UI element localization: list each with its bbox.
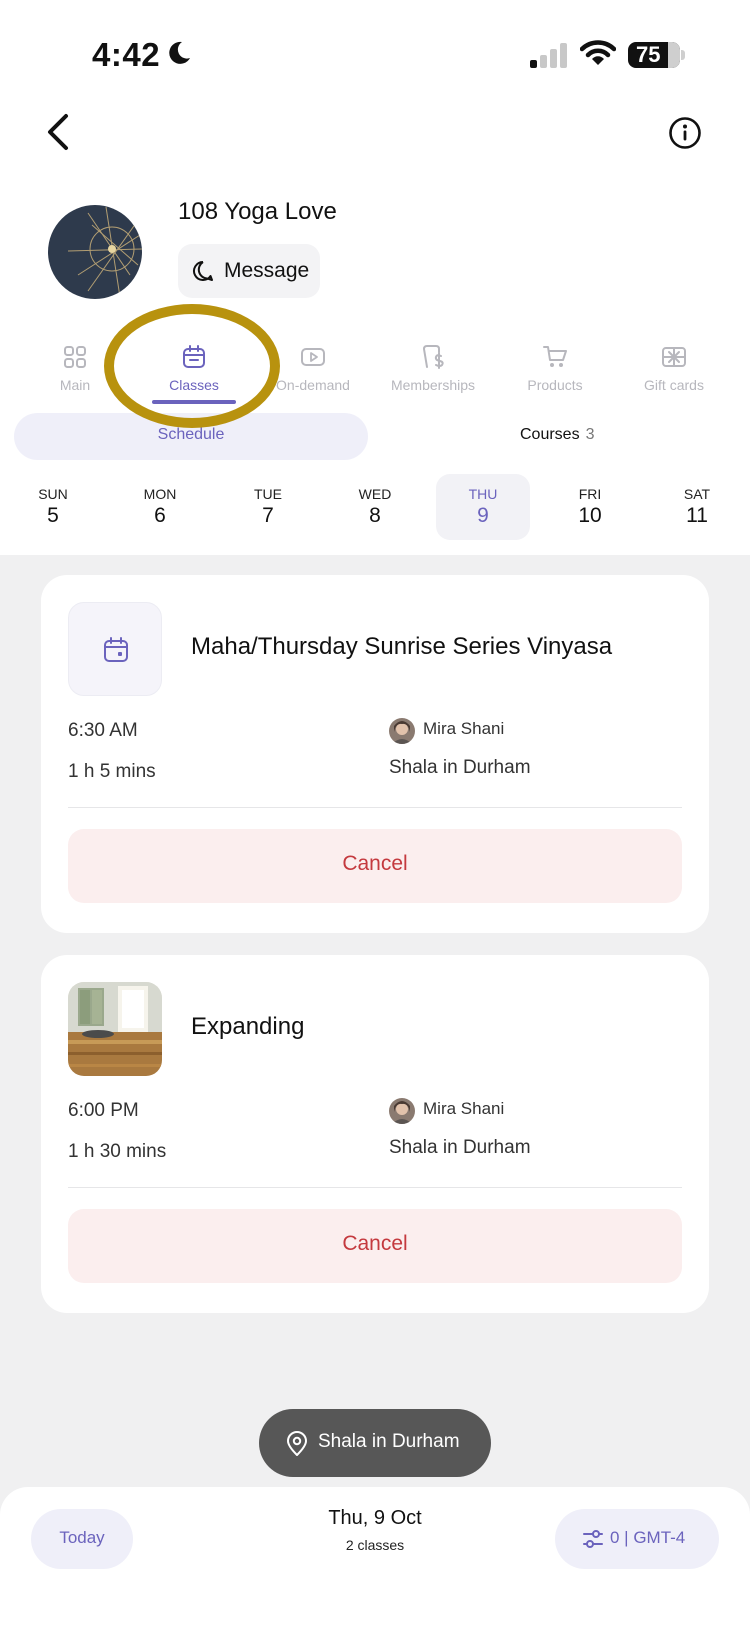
class-title: Expanding	[191, 1013, 305, 1040]
divider	[68, 1187, 682, 1188]
play-icon	[301, 348, 325, 366]
day-date: 5	[47, 504, 59, 527]
battery-level: 75	[636, 42, 661, 67]
tab-memberships[interactable]: Memberships	[368, 335, 498, 393]
timezone-label: 0 | GMT-4	[610, 1528, 686, 1547]
signal-icon	[530, 42, 570, 68]
location-filter-pill[interactable]: Shala in Durham	[259, 1409, 491, 1477]
instructor-name: Mira Shani	[423, 1099, 505, 1118]
bottom-bar: Today Thu, 9 Oct 2 classes 0 | GMT-4	[0, 1487, 750, 1630]
cart-icon	[543, 346, 567, 367]
segment-courses-label: Courses	[520, 426, 580, 443]
filter-timezone-button[interactable]: 0 | GMT-4	[555, 1509, 719, 1569]
calendar-icon	[104, 637, 128, 662]
header-panel: 4:42 75 108 Yoga Love Message Main Class…	[0, 0, 750, 555]
message-label: Message	[224, 259, 310, 282]
class-time: 6:00 PM	[68, 1100, 139, 1121]
cancel-button[interactable]: Cancel	[68, 1209, 682, 1283]
class-time: 6:30 AM	[68, 720, 138, 741]
day-wed[interactable]: WED 8	[328, 474, 422, 540]
class-thumbnail	[68, 982, 162, 1076]
status-bar: 4:42 75	[0, 30, 750, 80]
day-sun[interactable]: SUN 5	[6, 474, 100, 540]
courses-count: 3	[585, 426, 595, 443]
battery-icon: 75	[628, 42, 680, 68]
studio-name: 108 Yoga Love	[178, 198, 337, 225]
tab-gift-cards-label: Gift cards	[644, 377, 704, 393]
day-name: MON	[143, 486, 177, 502]
message-button[interactable]: Message	[178, 244, 320, 298]
divider	[68, 807, 682, 808]
location-pill-label: Shala in Durham	[318, 1431, 460, 1452]
membership-icon	[422, 345, 444, 369]
chat-bubble-icon	[193, 261, 213, 281]
day-mon[interactable]: MON 6	[113, 474, 207, 540]
status-time: 4:42	[92, 36, 161, 73]
day-name: THU	[468, 486, 498, 502]
gift-icon	[662, 347, 686, 367]
highlight-ring-annotation	[104, 304, 280, 428]
day-name: TUE	[254, 486, 282, 502]
segment-courses[interactable]: Courses 3	[520, 426, 594, 444]
instructor-name: Mira Shani	[423, 719, 505, 738]
instructor-avatar	[389, 1098, 415, 1124]
day-name: SAT	[683, 486, 711, 502]
tab-memberships-label: Memberships	[390, 377, 476, 393]
class-duration: 1 h 30 mins	[68, 1141, 167, 1162]
cancel-button[interactable]: Cancel	[68, 829, 682, 903]
class-card[interactable]: Maha/Thursday Sunrise Series Vinyasa 6:3…	[41, 575, 709, 933]
day-date: 9	[477, 504, 489, 527]
grid-icon	[64, 346, 86, 368]
day-sat[interactable]: SAT 11	[650, 474, 744, 540]
day-date: 7	[262, 504, 274, 527]
class-card[interactable]: Expanding 6:00 PM 1 h 30 mins Mira Shani…	[41, 955, 709, 1313]
segment-schedule-label: Schedule	[157, 426, 225, 443]
class-location: Shala in Durham	[389, 1137, 531, 1158]
day-date: 11	[686, 504, 708, 527]
day-name: FRI	[578, 486, 602, 502]
class-location: Shala in Durham	[389, 757, 531, 778]
tab-products[interactable]: Products	[490, 335, 620, 393]
studio-room-image	[68, 982, 162, 1076]
day-name: SUN	[38, 486, 68, 502]
week-day-picker: SUN 5 MON 6 TUE 7 WED 8 THU 9 FRI 10 SAT…	[0, 474, 750, 540]
back-arrow-icon[interactable]	[40, 110, 76, 154]
cancel-label: Cancel	[342, 1232, 408, 1255]
day-name: WED	[358, 486, 392, 502]
day-date: 6	[154, 504, 166, 527]
tab-products-label: Products	[527, 377, 583, 393]
class-duration: 1 h 5 mins	[68, 761, 156, 782]
info-icon[interactable]	[668, 116, 702, 150]
instructor-avatar	[389, 718, 415, 744]
location-pin-icon	[287, 1431, 307, 1456]
studio-avatar	[48, 205, 142, 299]
moon-icon	[169, 41, 190, 64]
day-fri[interactable]: FRI 10	[543, 474, 637, 540]
day-date: 10	[578, 504, 602, 527]
day-tue[interactable]: TUE 7	[221, 474, 315, 540]
day-thu[interactable]: THU 9	[436, 474, 530, 540]
day-date: 8	[369, 504, 381, 527]
class-thumbnail	[68, 602, 162, 696]
class-title: Maha/Thursday Sunrise Series Vinyasa	[191, 633, 613, 660]
wifi-icon	[580, 40, 616, 65]
filter-sliders-icon	[583, 1530, 603, 1548]
cancel-label: Cancel	[342, 852, 408, 875]
tab-gift-cards[interactable]: Gift cards	[609, 335, 739, 393]
